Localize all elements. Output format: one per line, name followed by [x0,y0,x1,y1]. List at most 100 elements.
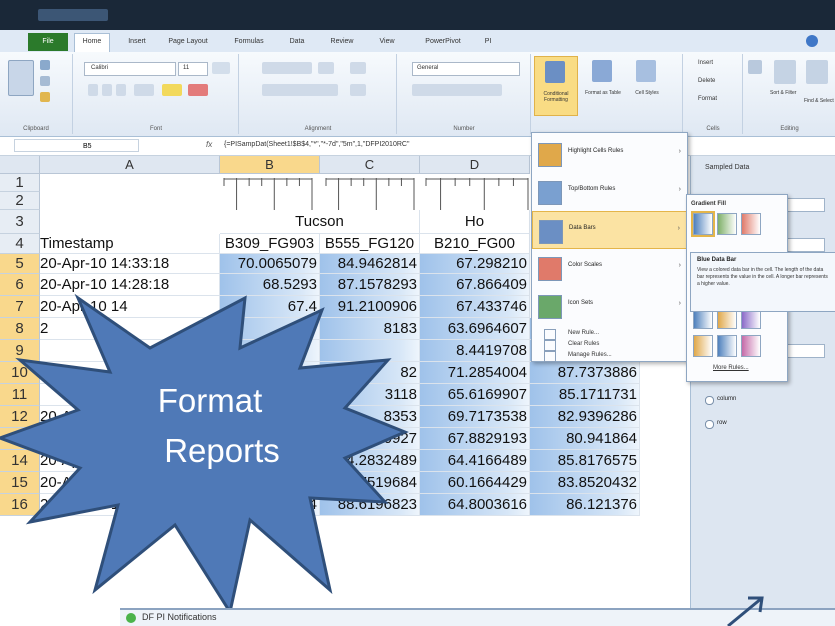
font-size-select[interactable]: 11 [178,62,208,76]
data-cell[interactable]: 67.298210 [420,254,530,274]
fill-color-icon[interactable] [162,84,182,96]
data-cell[interactable]: 65.6169907 [420,384,530,406]
pane-radio[interactable] [705,420,714,429]
data-bar-swatch[interactable] [691,211,715,237]
data-cell[interactable]: 60.1664429 [420,472,530,494]
number-format-buttons-icon[interactable] [412,84,502,96]
font-color-icon[interactable] [188,84,208,96]
format-cells-button[interactable]: Format [698,96,717,102]
header-cell[interactable]: B555_FG120 [320,234,420,254]
cf-small-item[interactable]: Manage Rules... [532,349,687,363]
pane-radio[interactable] [705,396,714,405]
cf-menu-item[interactable]: Color Scales › [532,249,687,287]
sort-filter-icon[interactable] [774,60,796,84]
vertical-align-icon[interactable] [262,62,312,74]
data-bar-swatch[interactable] [717,213,737,235]
row-header-4[interactable]: 4 [0,234,40,254]
tab-formulas[interactable]: Formulas [226,34,272,50]
data-cell[interactable]: 8.4419708 [420,340,530,362]
data-cell[interactable]: 86.121376 [530,494,640,516]
data-bar-swatch[interactable] [693,335,713,357]
help-icon[interactable] [806,35,818,47]
cell-styles-button[interactable]: Cell Styles [626,56,666,114]
data-bar-swatch[interactable] [741,213,761,235]
quick-access-toolbar[interactable] [38,9,108,21]
data-cell[interactable]: 20-Apr-10 14:33:18 [40,254,220,274]
column-header-c[interactable]: C [320,156,420,174]
merge-center-icon[interactable] [350,84,366,96]
format-painter-icon[interactable] [40,92,50,102]
underline-icon[interactable] [116,84,126,96]
paste-icon[interactable] [8,60,34,96]
arrow-pointer-icon [727,596,764,626]
data-cell[interactable]: 70.0065079 [220,254,320,274]
data-cell[interactable]: 67.866409 [420,274,530,296]
row-header-2[interactable]: 2 [0,192,40,210]
tab-page-layout[interactable]: Page Layout [160,34,216,50]
data-cell[interactable]: 80.941864 [530,428,640,450]
row-header-1[interactable]: 1 [0,174,40,192]
pane-title: Sampled Data [705,164,750,171]
tab-home[interactable]: Home [74,33,110,53]
data-cell[interactable]: 69.7173538 [420,406,530,428]
format-as-table-button[interactable]: Format as Table [582,56,622,114]
column-header-d[interactable]: D [420,156,530,174]
tab-insert[interactable]: Insert [120,34,154,50]
data-cell[interactable]: 67.433746 [420,296,530,318]
insert-cells-button[interactable]: Insert [698,60,713,66]
data-cell[interactable]: 87.7373886 [530,362,640,384]
data-cell[interactable]: 67.8829193 [420,428,530,450]
orientation-icon[interactable] [318,62,334,74]
cf-menu-item[interactable]: Icon Sets › [532,287,687,325]
cell-styles-icon [636,60,656,82]
cf-menu-item[interactable]: Highlight Cells Rules › [532,135,687,173]
row-header-3[interactable]: 3 [0,210,40,234]
number-format-select[interactable]: General [412,62,520,76]
conditional-formatting-button[interactable]: Conditional Formatting [534,56,578,116]
row-header-5[interactable]: 5 [0,254,40,274]
copy-icon[interactable] [40,76,50,86]
borders-icon[interactable] [134,84,154,96]
tab-review[interactable]: Review [322,34,362,50]
cf-menu-item[interactable]: Top/Bottom Rules › [532,173,687,211]
header-cell[interactable]: B309_FG903 [220,234,320,254]
tab-file[interactable]: File [28,33,68,51]
notification-bar[interactable]: DF PI Notifications [120,596,835,626]
delete-cells-button[interactable]: Delete [698,78,715,84]
horizontal-align-icon[interactable] [262,84,338,96]
italic-icon[interactable] [102,84,112,96]
font-name-select[interactable]: Calibri [84,62,176,76]
data-cell[interactable]: 64.4166489 [420,450,530,472]
more-rules-link[interactable]: More Rules... [713,365,749,371]
formula-input[interactable]: {=PISampDat(Sheet1!$B$4,"*","*-7d","5m",… [224,141,409,148]
select-all-corner[interactable] [0,156,40,174]
data-bar-swatch[interactable] [717,335,737,357]
tab-view[interactable]: View [372,34,402,50]
header-cell[interactable]: Timestamp [40,234,220,254]
data-bar-swatch[interactable] [741,335,761,357]
bold-icon[interactable] [88,84,98,96]
tab-data[interactable]: Data [282,34,312,50]
data-cell[interactable]: 64.8003616 [420,494,530,516]
data-cell[interactable]: 63.6964607 [420,318,530,340]
insert-function-icon[interactable]: fx [206,140,212,149]
header-cell[interactable]: B210_FG00 [420,234,530,254]
format-reports-starburst: Format Reports [0,293,409,612]
wrap-text-icon[interactable] [350,62,366,74]
tab-powerpivot[interactable]: PowerPivot [416,34,470,50]
autosum-icon[interactable] [748,60,762,74]
grow-shrink-font-icon[interactable] [212,62,230,74]
data-cell[interactable]: 83.8520432 [530,472,640,494]
column-header-a[interactable]: A [40,156,220,174]
cf-menu-item[interactable]: Data Bars › [532,211,687,249]
data-cell[interactable]: 85.8176575 [530,450,640,472]
tab-pi[interactable]: PI [478,34,498,50]
name-box[interactable]: B5 [14,139,139,152]
cut-icon[interactable] [40,60,50,70]
data-cell[interactable]: 84.9462814 [320,254,420,274]
data-cell[interactable]: 82.9396286 [530,406,640,428]
data-cell[interactable]: 71.2854004 [420,362,530,384]
find-select-icon[interactable] [806,60,828,84]
data-cell[interactable]: 85.1711731 [530,384,640,406]
column-header-b[interactable]: B [220,156,320,174]
